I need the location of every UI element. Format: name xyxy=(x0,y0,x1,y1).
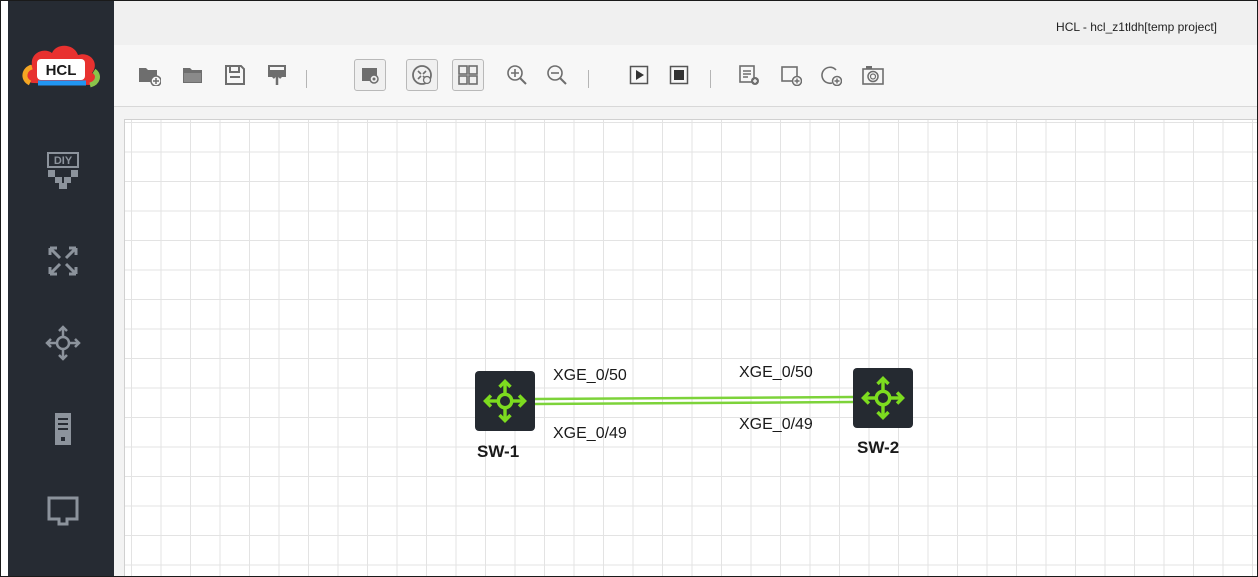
terminal-icon[interactable] xyxy=(43,491,83,531)
add-ellipse-icon[interactable] xyxy=(814,58,848,92)
open-project-icon[interactable] xyxy=(176,58,210,92)
toolbar-separator xyxy=(306,70,307,88)
switch-sw-2[interactable] xyxy=(853,368,913,428)
new-project-icon[interactable] xyxy=(132,58,166,92)
add-list-icon[interactable] xyxy=(732,58,766,92)
window-left-edge xyxy=(1,1,8,576)
zoom-out-icon[interactable] xyxy=(540,58,574,92)
diy-icon[interactable]: DIY xyxy=(43,151,83,191)
toolbar-separator xyxy=(588,70,589,88)
stop-icon[interactable] xyxy=(662,58,696,92)
hcl-window: HCL DIY HCL - hcl_z1tldh[temp project] S… xyxy=(0,0,1258,577)
window-title: HCL - hcl_z1tldh[temp project] xyxy=(1056,20,1217,34)
device-label: SW-2 xyxy=(857,438,900,457)
title-bar: HCL - hcl_z1tldh[temp project] xyxy=(114,1,1257,45)
switch-device-icon xyxy=(861,376,905,420)
port-label: XGE_0/50 xyxy=(553,367,627,384)
screenshot-icon[interactable] xyxy=(856,58,890,92)
save-icon[interactable] xyxy=(218,58,252,92)
device-label: SW-1 xyxy=(477,442,520,461)
port-label: XGE_0/49 xyxy=(553,425,627,442)
port-label: XGE_0/50 xyxy=(739,364,813,381)
router-icon[interactable] xyxy=(43,323,83,363)
grid-icon[interactable] xyxy=(452,59,484,91)
start-icon[interactable] xyxy=(622,58,656,92)
switch-device-icon xyxy=(483,379,527,423)
toolbar xyxy=(114,45,1257,107)
device-sidebar: HCL DIY xyxy=(8,1,114,576)
port-label: XGE_0/49 xyxy=(739,416,813,433)
canvas-area xyxy=(114,107,1257,576)
zoom-in-icon[interactable] xyxy=(500,58,534,92)
diy-icon-label: DIY xyxy=(54,155,73,167)
show-interface-icon[interactable] xyxy=(354,59,386,91)
topology-canvas[interactable] xyxy=(124,119,1257,576)
logo-text: HCL xyxy=(46,62,77,79)
hcl-logo: HCL xyxy=(20,39,102,97)
show-topology-icon[interactable] xyxy=(406,59,438,91)
switch-sw-1[interactable] xyxy=(475,371,535,431)
switch-icon[interactable] xyxy=(43,241,83,281)
toolbar-separator xyxy=(710,70,711,88)
export-icon[interactable] xyxy=(260,58,294,92)
server-icon[interactable] xyxy=(43,409,83,449)
add-rectangle-icon[interactable] xyxy=(774,58,808,92)
